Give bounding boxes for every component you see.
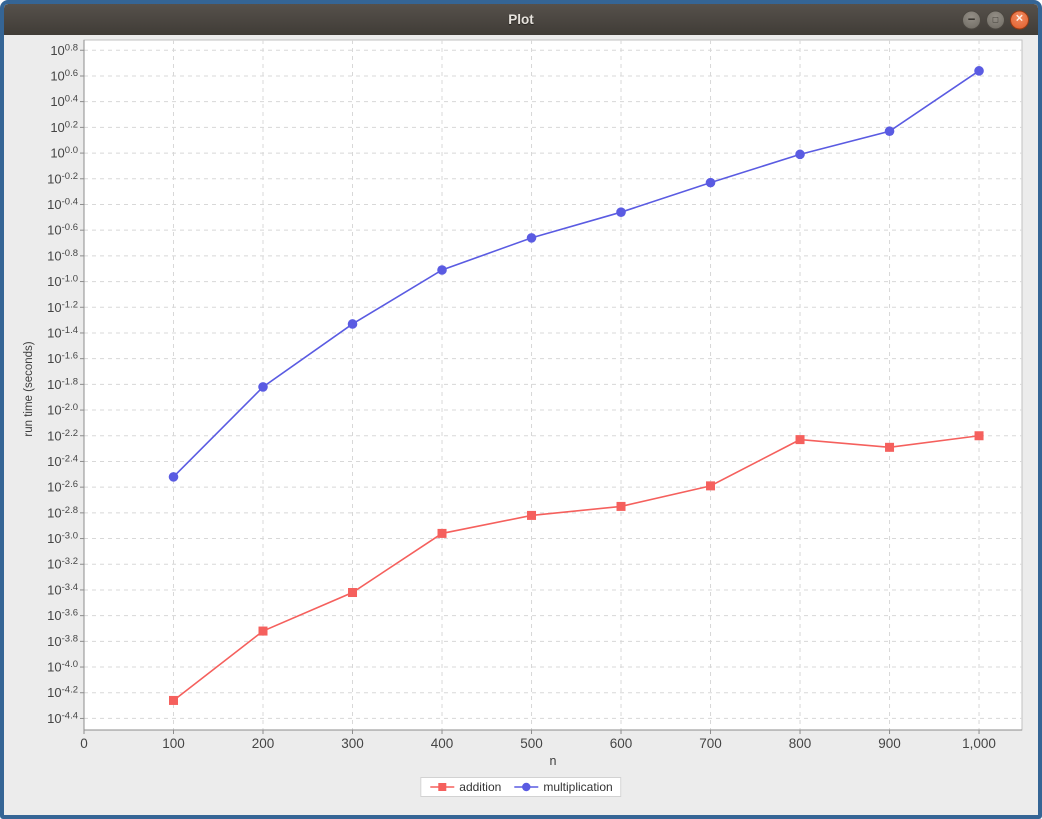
svg-text:10-1.4: 10-1.4 — [47, 325, 78, 341]
close-icon: ✕ — [1015, 15, 1023, 25]
x-axis-title: n — [84, 754, 1022, 768]
data-point — [617, 502, 626, 511]
data-point — [974, 66, 984, 76]
data-point — [885, 443, 894, 452]
svg-text:10-3.2: 10-3.2 — [47, 556, 78, 572]
svg-text:100.0: 100.0 — [50, 145, 78, 161]
svg-text:100.8: 100.8 — [50, 42, 78, 58]
data-point — [527, 233, 537, 243]
svg-text:10-0.8: 10-0.8 — [47, 248, 78, 263]
svg-text:10-4.2: 10-4.2 — [47, 685, 78, 701]
data-point — [348, 319, 358, 329]
svg-text:10-2.4: 10-2.4 — [47, 453, 78, 469]
data-point — [795, 150, 805, 160]
svg-text:10-4.4: 10-4.4 — [47, 710, 78, 726]
data-point — [616, 207, 626, 217]
legend-item-addition: addition — [429, 780, 501, 794]
maximize-icon: □ — [993, 15, 998, 24]
plot-window: Plot − □ ✕ 100.8 100.6 100.4 100.2 100.0 10-0… — [0, 0, 1042, 819]
data-point — [438, 529, 447, 538]
svg-text:100.6: 100.6 — [50, 68, 78, 84]
data-point — [259, 627, 268, 636]
y-axis-title: run time (seconds) — [23, 341, 35, 436]
svg-text:10-0.6: 10-0.6 — [47, 222, 78, 238]
svg-text:10-0.2: 10-0.2 — [47, 171, 78, 187]
svg-text:0: 0 — [80, 736, 88, 751]
svg-text:10-2.6: 10-2.6 — [47, 479, 78, 495]
svg-text:700: 700 — [699, 736, 722, 751]
window-controls: − □ ✕ — [962, 10, 1029, 29]
svg-text:800: 800 — [789, 736, 812, 751]
svg-text:10-4.0: 10-4.0 — [47, 659, 78, 675]
multiplication-marker-icon — [513, 781, 539, 793]
svg-text:10-0.4: 10-0.4 — [47, 196, 78, 212]
svg-text:400: 400 — [431, 736, 454, 751]
svg-text:100.2: 100.2 — [50, 119, 78, 135]
chart: 100.8 100.6 100.4 100.2 100.0 10-0.2 10-0.4 10-… — [4, 35, 1038, 815]
data-point — [258, 382, 268, 392]
legend-label-multiplication: multiplication — [543, 780, 612, 794]
titlebar[interactable]: Plot − □ ✕ — [4, 4, 1038, 35]
legend: addition multiplication — [420, 777, 621, 797]
addition-marker-icon — [429, 781, 455, 793]
data-point — [885, 126, 895, 136]
svg-text:10-2.8: 10-2.8 — [47, 505, 78, 520]
svg-text:10-1.2: 10-1.2 — [47, 299, 78, 315]
svg-text:10-1.8: 10-1.8 — [47, 376, 78, 392]
svg-text:10-1.0: 10-1.0 — [47, 274, 78, 290]
maximize-button[interactable]: □ — [986, 10, 1005, 29]
svg-text:300: 300 — [341, 736, 364, 751]
svg-text:900: 900 — [878, 736, 901, 751]
svg-text:200: 200 — [252, 736, 275, 751]
data-point — [975, 431, 984, 440]
svg-text:500: 500 — [520, 736, 543, 751]
legend-item-multiplication: multiplication — [513, 780, 612, 794]
svg-text:10-2.2: 10-2.2 — [47, 428, 78, 444]
svg-text:10-3.6: 10-3.6 — [47, 608, 78, 624]
data-point — [169, 696, 178, 705]
svg-text:100.4: 100.4 — [50, 94, 78, 110]
data-point — [348, 588, 357, 597]
svg-text:100: 100 — [162, 736, 185, 751]
svg-text:10-1.6: 10-1.6 — [47, 351, 78, 367]
close-button[interactable]: ✕ — [1010, 10, 1029, 29]
data-point — [527, 511, 536, 520]
svg-text:10-3.0: 10-3.0 — [47, 531, 78, 547]
minimize-button[interactable]: − — [962, 10, 981, 29]
data-point — [169, 472, 179, 482]
svg-text:1,000: 1,000 — [962, 736, 996, 751]
svg-text:10-3.8: 10-3.8 — [47, 633, 78, 649]
chart-area: 100.8 100.6 100.4 100.2 100.0 10-0.2 10-0.4 10-… — [4, 35, 1038, 815]
minimize-icon: − — [968, 12, 976, 25]
data-point — [706, 178, 716, 188]
legend-label-addition: addition — [459, 780, 501, 794]
window-title: Plot — [508, 12, 534, 27]
svg-text:600: 600 — [610, 736, 633, 751]
data-point — [706, 481, 715, 490]
svg-text:10-2.0: 10-2.0 — [47, 402, 78, 418]
data-point — [796, 435, 805, 444]
svg-text:10-3.4: 10-3.4 — [47, 582, 78, 598]
data-point — [437, 265, 447, 275]
